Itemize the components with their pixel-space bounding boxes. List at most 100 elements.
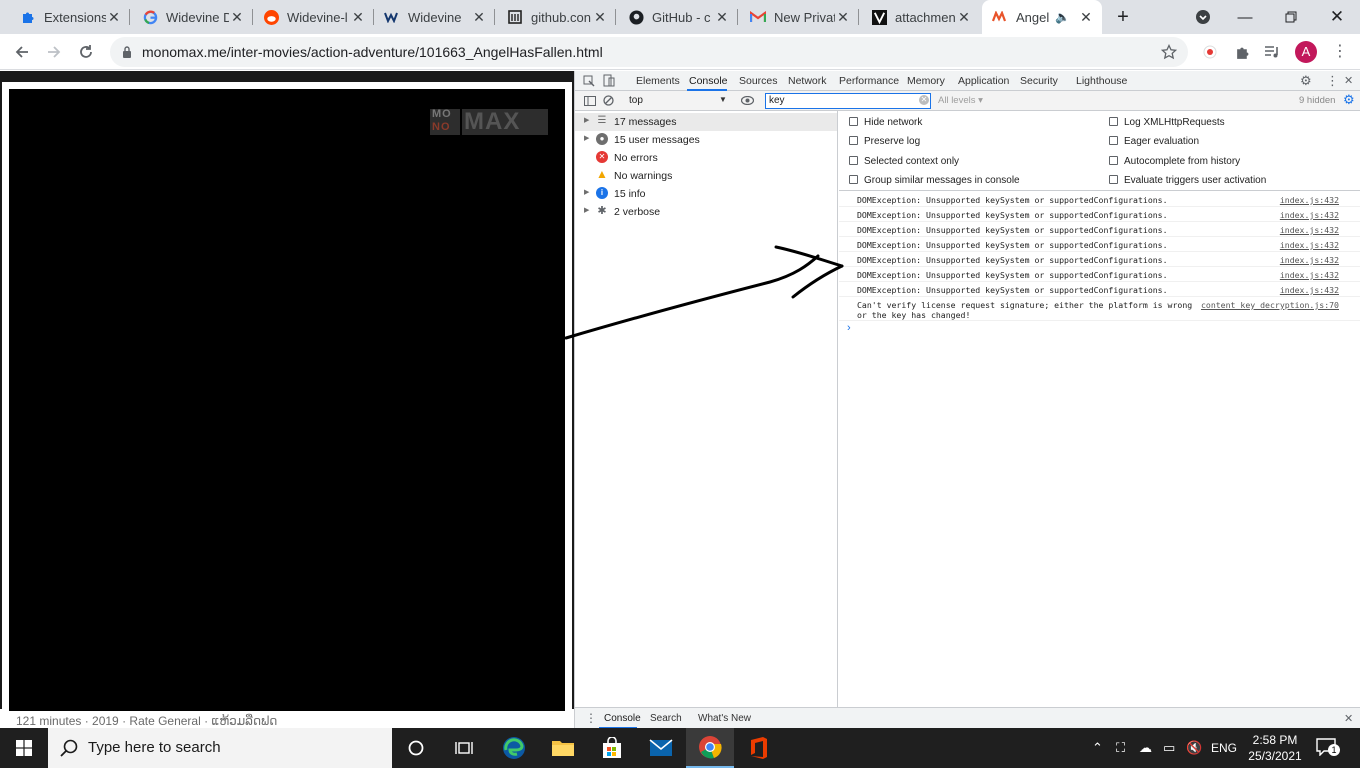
tab-elements[interactable]: Elements <box>636 75 680 87</box>
clear-filter-icon[interactable]: ✕ <box>919 95 929 105</box>
sidebar-toggle-icon[interactable] <box>584 96 596 106</box>
restore-button[interactable] <box>1268 0 1314 34</box>
mail-app[interactable] <box>637 728 685 768</box>
source-link[interactable]: index.js:432 <box>1280 240 1339 250</box>
tab-github-con[interactable]: github.con ✕ <box>495 0 616 34</box>
start-button[interactable] <box>0 728 48 768</box>
source-link[interactable]: index.js:432 <box>1280 285 1339 295</box>
new-tab-button[interactable]: + <box>1106 0 1140 34</box>
gear-icon[interactable]: ⚙ <box>1300 73 1312 89</box>
close-icon[interactable]: ✕ <box>835 9 851 25</box>
network-icon[interactable]: ▭ <box>1163 740 1175 756</box>
tab-extensions[interactable]: Extensions ✕ <box>0 0 130 34</box>
selected-context-checkbox[interactable]: Selected context only <box>849 156 959 167</box>
kebab-menu-icon[interactable]: ⋮ <box>585 711 597 725</box>
sidebar-item-info[interactable]: ▶ i 15 info <box>575 185 837 203</box>
webcam-icon[interactable]: ⛶ <box>1116 740 1125 756</box>
tab-github[interactable]: GitHub - c ✕ <box>616 0 738 34</box>
console-message[interactable]: DOMException: Unsupported keySystem or s… <box>839 267 1360 282</box>
console-prompt-icon[interactable]: › <box>847 322 851 334</box>
drawer-tab-search[interactable]: Search <box>650 713 682 724</box>
console-message-license[interactable]: Can't verify license request signature; … <box>839 297 1360 321</box>
tab-memory[interactable]: Memory <box>907 75 945 87</box>
checkbox-box[interactable] <box>1109 156 1118 165</box>
expand-triangle-icon[interactable]: ▶ <box>584 116 589 124</box>
sidebar-item-warnings[interactable]: ▲ No warnings <box>575 167 837 185</box>
evaluate-triggers-checkbox[interactable]: Evaluate triggers user activation <box>1109 175 1266 186</box>
close-icon[interactable]: ✕ <box>1078 9 1094 25</box>
address-bar[interactable]: monomax.me/inter-movies/action-adventure… <box>110 37 1188 67</box>
source-link[interactable]: index.js:432 <box>1280 195 1339 205</box>
context-select[interactable]: top ▼ <box>623 93 727 109</box>
url-text[interactable]: monomax.me/inter-movies/action-adventure… <box>142 44 603 60</box>
console-settings-gear-icon[interactable]: ⚙ <box>1343 92 1355 108</box>
notification-center-button[interactable]: 1 <box>1316 738 1340 760</box>
console-message[interactable]: DOMException: Unsupported keySystem or s… <box>839 282 1360 297</box>
console-filter-input[interactable]: key <box>765 93 931 109</box>
drawer-tab-console[interactable]: Console <box>604 713 641 724</box>
tab-application[interactable]: Application <box>958 75 1009 87</box>
tab-performance[interactable]: Performance <box>839 75 899 87</box>
edge-app[interactable] <box>490 728 538 768</box>
tab-gmail[interactable]: New Privat ✕ <box>738 0 859 34</box>
extensions-button[interactable] <box>1228 38 1256 66</box>
sidebar-item-messages[interactable]: ▶ ☰ 17 messages <box>575 113 837 131</box>
sidebar-item-errors[interactable]: ✕ No errors <box>575 149 837 167</box>
eye-icon[interactable] <box>741 96 754 105</box>
expand-triangle-icon[interactable]: ▶ <box>584 188 589 196</box>
close-icon[interactable]: ✕ <box>471 9 487 25</box>
tab-widevine-google[interactable]: Widevine D ✕ <box>130 0 253 34</box>
bookmark-star-icon[interactable] <box>1161 44 1177 60</box>
tab-angel-has-fallen[interactable]: Angel 🔈 ✕ <box>982 0 1102 34</box>
console-message[interactable]: DOMException: Unsupported keySystem or s… <box>839 192 1360 207</box>
tab-lighthouse[interactable]: Lighthouse <box>1076 75 1127 87</box>
checkbox-box[interactable] <box>1109 117 1118 126</box>
checkbox-box[interactable] <box>849 117 858 126</box>
taskbar-search[interactable]: Type here to search <box>48 728 392 768</box>
console-message[interactable]: DOMException: Unsupported keySystem or s… <box>839 207 1360 222</box>
preserve-log-checkbox[interactable]: Preserve log <box>849 136 920 147</box>
kebab-menu-icon[interactable]: ⋮ <box>1326 73 1339 89</box>
tab-attachment[interactable]: attachmen ✕ <box>859 0 980 34</box>
onedrive-cloud-icon[interactable]: ☁ <box>1139 740 1152 756</box>
chevron-up-icon[interactable]: ⌃ <box>1092 740 1103 756</box>
speaker-muted-icon[interactable]: 🔈 <box>1055 10 1070 24</box>
eager-evaluation-checkbox[interactable]: Eager evaluation <box>1109 136 1199 147</box>
checkbox-box[interactable] <box>1109 136 1118 145</box>
video-player[interactable] <box>9 89 565 711</box>
group-similar-checkbox[interactable]: Group similar messages in console <box>849 175 1020 186</box>
reload-button[interactable] <box>72 38 100 66</box>
tab-sources[interactable]: Sources <box>739 75 778 87</box>
source-link[interactable]: index.js:432 <box>1280 225 1339 235</box>
close-icon[interactable]: ✕ <box>592 9 608 25</box>
chrome-app[interactable] <box>686 728 734 768</box>
close-icon[interactable]: ✕ <box>229 9 245 25</box>
log-xhr-checkbox[interactable]: Log XMLHttpRequests <box>1109 117 1225 128</box>
volume-muted-icon[interactable]: 🔇 <box>1186 740 1202 756</box>
close-icon[interactable]: ✕ <box>714 9 730 25</box>
forward-button[interactable] <box>40 38 68 66</box>
device-toolbar-icon[interactable] <box>603 74 615 87</box>
checkbox-box[interactable] <box>1109 175 1118 184</box>
close-icon[interactable]: ✕ <box>1344 712 1353 725</box>
chrome-menu-button[interactable]: ⋮ <box>1326 38 1354 66</box>
record-extension-button[interactable] <box>1196 38 1224 66</box>
language-indicator[interactable]: ENG <box>1211 741 1237 755</box>
clear-console-icon[interactable] <box>603 95 614 106</box>
checkbox-box[interactable] <box>849 175 858 184</box>
source-link[interactable]: index.js:432 <box>1280 255 1339 265</box>
console-message[interactable]: DOMException: Unsupported keySystem or s… <box>839 237 1360 252</box>
source-link[interactable]: index.js:432 <box>1280 270 1339 280</box>
autocomplete-history-checkbox[interactable]: Autocomplete from history <box>1109 156 1240 167</box>
back-button[interactable] <box>8 38 36 66</box>
close-icon[interactable]: ✕ <box>956 9 972 25</box>
tab-console[interactable]: Console <box>689 75 728 87</box>
store-app[interactable] <box>588 728 636 768</box>
drawer-tab-whats-new[interactable]: What's New <box>698 713 751 724</box>
system-clock[interactable]: 2:58 PM 25/3/2021 <box>1242 732 1308 764</box>
log-levels-select[interactable]: All levels ▾ <box>938 95 983 106</box>
minimize-button[interactable]: — <box>1222 0 1268 34</box>
file-explorer-app[interactable] <box>539 728 587 768</box>
console-message[interactable]: DOMException: Unsupported keySystem or s… <box>839 252 1360 267</box>
checkbox-box[interactable] <box>849 156 858 165</box>
